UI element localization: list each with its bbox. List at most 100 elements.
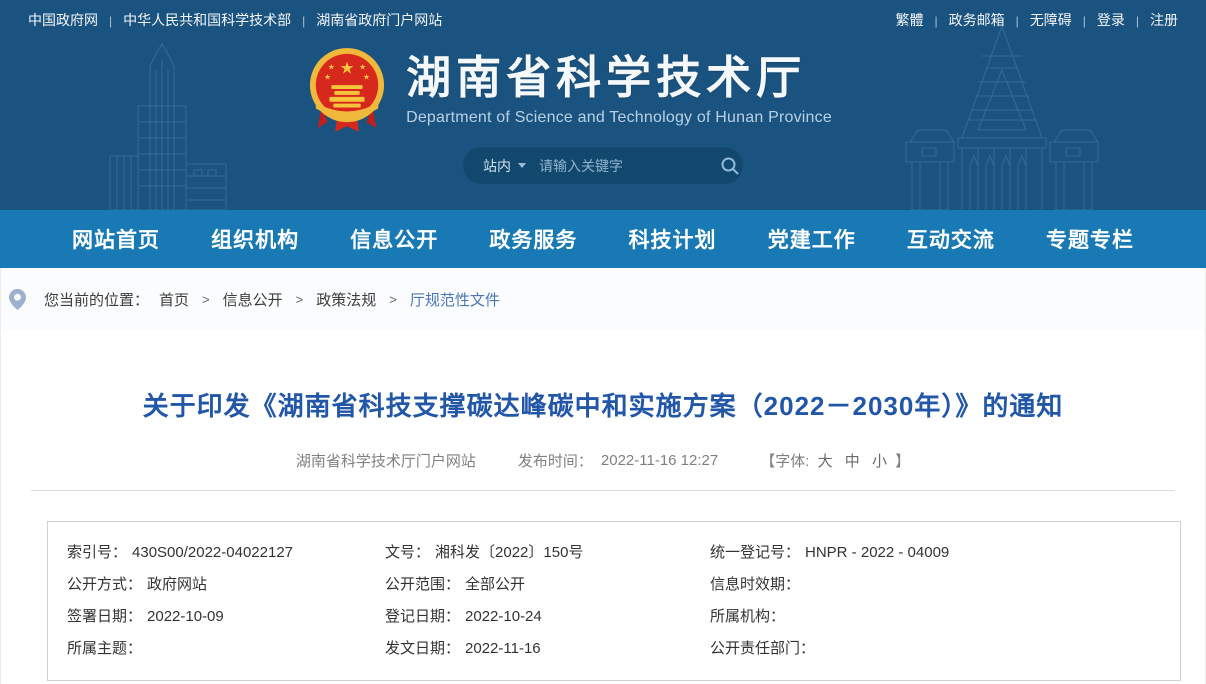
svg-text:★: ★ — [363, 72, 370, 81]
info-label: 签署日期： — [67, 608, 142, 625]
info-cell-affiliated-org: 所属机构： — [710, 601, 1180, 633]
info-label: 所属机构： — [710, 608, 785, 625]
font-size-prefix: 【字体: — [760, 453, 809, 470]
info-cell-responsible-dept: 公开责任部门： — [710, 633, 1180, 665]
info-value: 430S00/2022-04022127 — [132, 544, 293, 561]
info-label: 信息时效期： — [710, 576, 800, 593]
search-scope-dropdown[interactable]: 站内 — [483, 156, 526, 176]
font-size-small[interactable]: 小 — [872, 453, 887, 470]
link-accessibility[interactable]: 无障碍 — [1030, 12, 1072, 28]
info-label: 公开责任部门： — [710, 640, 815, 657]
info-label: 登记日期： — [385, 608, 460, 625]
search-box: 站内 — [463, 147, 743, 184]
info-cell-registration-date: 登记日期： 2022-10-24 — [385, 601, 710, 633]
separator: | — [1005, 14, 1030, 28]
breadcrumb-current: 厅规范性文件 — [410, 289, 500, 310]
site-header: 中国政府网|中华人民共和国科学技术部|湖南省政府门户网站 繁體|政务邮箱|无障碍… — [0, 0, 1206, 210]
info-cell-index-number: 索引号： 430S00/2022-04022127 — [67, 537, 385, 569]
main-nav: 网站首页 组织机构 信息公开 政务服务 科技计划 党建工作 互动交流 专题专栏 — [0, 210, 1206, 268]
national-emblem-icon: ★ ★ ★ ★ ★ — [308, 46, 386, 134]
search-scope-label: 站内 — [483, 156, 511, 176]
info-cell-doc-number: 文号： 湘科发〔2022〕150号 — [385, 537, 710, 569]
breadcrumb: 您当前的位置： 首页 > 信息公开 > 政策法规 > 厅规范性文件 — [0, 268, 1206, 330]
info-cell-validity-period: 信息时效期： — [710, 569, 1180, 601]
breadcrumb-home[interactable]: 首页 — [159, 289, 189, 310]
nav-item-gov-services[interactable]: 政务服务 — [489, 224, 577, 254]
search-input[interactable] — [539, 158, 720, 174]
info-cell-disclosure-method: 公开方式： 政府网站 — [67, 569, 385, 601]
nav-item-interaction[interactable]: 互动交流 — [907, 224, 995, 254]
page-title: 关于印发《湖南省科技支撑碳达峰碳中和实施方案（2022－2030年）》的通知 — [1, 330, 1205, 423]
font-size-control: 【字体: 大 中 小 】 — [760, 450, 910, 471]
nav-item-organization[interactable]: 组织机构 — [211, 224, 299, 254]
breadcrumb-separator: > — [376, 292, 410, 307]
nav-item-special-topics[interactable]: 专题专栏 — [1046, 224, 1134, 254]
breadcrumb-separator: > — [189, 292, 223, 307]
info-cell-topic: 所属主题： — [67, 633, 385, 665]
nav-item-info-disclosure[interactable]: 信息公开 — [350, 224, 438, 254]
separator: | — [1072, 14, 1097, 28]
link-hunan-gov[interactable]: 湖南省政府门户网站 — [316, 12, 442, 28]
topbar-left-links: 中国政府网|中华人民共和国科学技术部|湖南省政府门户网站 — [28, 10, 442, 30]
divider — [31, 490, 1175, 491]
info-label: 发文日期： — [385, 640, 460, 657]
site-subtitle: Department of Science and Technology of … — [406, 109, 832, 127]
site-title-block: 湖南省科学技术厅 Department of Science and Techn… — [406, 53, 832, 128]
info-value: 湘科发〔2022〕150号 — [435, 544, 583, 561]
svg-text:★: ★ — [340, 58, 355, 77]
info-label: 所属主题： — [67, 640, 142, 657]
location-pin-icon — [9, 289, 26, 310]
info-label: 公开方式： — [67, 576, 142, 593]
nav-item-party-building[interactable]: 党建工作 — [768, 224, 856, 254]
svg-text:★: ★ — [324, 72, 331, 81]
separator: | — [291, 14, 316, 28]
document-info-table: 索引号： 430S00/2022-04022127 文号： 湘科发〔2022〕150… — [47, 521, 1181, 681]
top-utility-bar: 中国政府网|中华人民共和国科学技术部|湖南省政府门户网站 繁體|政务邮箱|无障碍… — [0, 0, 1206, 40]
search-icon — [720, 156, 740, 176]
svg-text:★: ★ — [328, 63, 335, 72]
info-label: 索引号： — [67, 544, 127, 561]
separator: | — [924, 14, 949, 28]
separator: | — [98, 14, 123, 28]
article-meta: 湖南省科学技术厅门户网站 发布时间： 2022-11-16 12:27 【字体:… — [1, 450, 1205, 471]
breadcrumb-info-disclosure[interactable]: 信息公开 — [223, 289, 283, 310]
breadcrumb-separator: > — [283, 292, 317, 307]
info-value: 2022-11-16 — [465, 640, 541, 657]
link-login[interactable]: 登录 — [1097, 12, 1125, 28]
breadcrumb-prefix: 您当前的位置： — [44, 289, 149, 310]
info-label: 文号： — [385, 544, 430, 561]
separator: | — [1125, 14, 1150, 28]
info-value: 2022-10-09 — [147, 608, 224, 625]
search-button[interactable] — [720, 156, 740, 176]
nav-item-home[interactable]: 网站首页 — [72, 224, 160, 254]
publish-time-label: 发布时间： — [518, 450, 593, 471]
article-source: 湖南省科学技术厅门户网站 — [296, 450, 476, 471]
info-cell-signing-date: 签署日期： 2022-10-09 — [67, 601, 385, 633]
topbar-right-links: 繁體|政务邮箱|无障碍|登录|注册 — [896, 10, 1179, 30]
link-traditional-chinese[interactable]: 繁體 — [896, 12, 924, 28]
link-most[interactable]: 中华人民共和国科学技术部 — [123, 12, 291, 28]
link-gov-cn[interactable]: 中国政府网 — [28, 12, 98, 28]
publish-time-value: 2022-11-16 12:27 — [601, 452, 718, 469]
info-value: HNPR - 2022 - 04009 — [805, 544, 949, 561]
breadcrumb-policies[interactable]: 政策法规 — [316, 289, 376, 310]
site-title: 湖南省科学技术厅 — [406, 53, 832, 103]
site-logo[interactable]: ★ ★ ★ ★ ★ 湖南省科学技术厅 Department of Science… — [0, 46, 1173, 134]
search-row: 站内 — [0, 147, 1206, 184]
font-size-large[interactable]: 大 — [818, 453, 833, 470]
info-value: 2022-10-24 — [465, 608, 542, 625]
link-register[interactable]: 注册 — [1150, 12, 1178, 28]
info-cell-disclosure-scope: 公开范围： 全部公开 — [385, 569, 710, 601]
info-label: 公开范围： — [385, 576, 460, 593]
chevron-down-icon — [518, 163, 526, 168]
info-value: 政府网站 — [147, 576, 207, 593]
font-size-medium[interactable]: 中 — [845, 453, 860, 470]
font-size-suffix: 】 — [895, 453, 910, 470]
svg-text:★: ★ — [359, 63, 366, 72]
link-gov-mail[interactable]: 政务邮箱 — [949, 12, 1005, 28]
info-cell-registration-number: 统一登记号：HNPR - 2022 - 04009 — [710, 537, 1180, 569]
info-value: 全部公开 — [465, 576, 525, 593]
article-area: 关于印发《湖南省科技支撑碳达峰碳中和实施方案（2022－2030年）》的通知 湖… — [0, 330, 1206, 684]
nav-item-sci-tech-plans[interactable]: 科技计划 — [629, 224, 717, 254]
info-cell-issue-date: 发文日期： 2022-11-16 — [385, 633, 710, 665]
